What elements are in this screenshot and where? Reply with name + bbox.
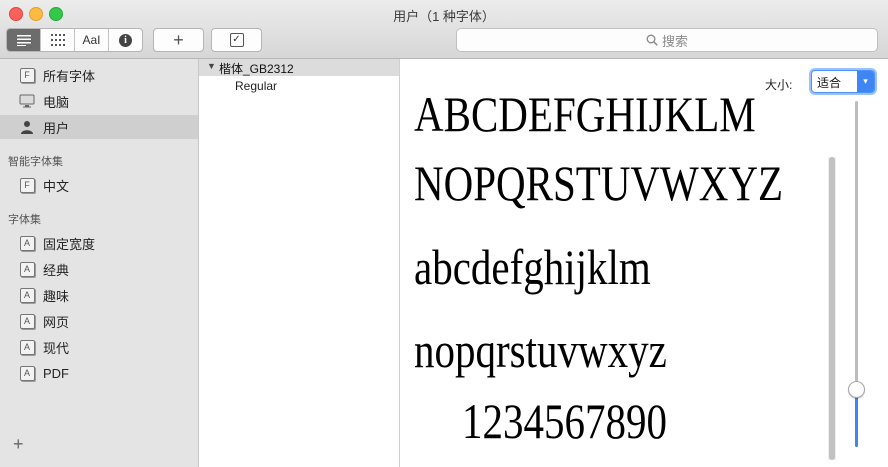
font-library-icon: F bbox=[19, 177, 35, 193]
titlebar: 用户（1 种字体） AaI i + ✓ 搜索 bbox=[0, 0, 888, 59]
collection-icon: A bbox=[19, 339, 35, 355]
collection-icon: A bbox=[19, 261, 35, 277]
add-collection-button[interactable]: + bbox=[13, 434, 24, 455]
sidebar-item-label: 固定宽度 bbox=[43, 236, 96, 252]
add-font-button[interactable]: + bbox=[153, 28, 204, 52]
sidebar-item-label: 中文 bbox=[43, 178, 70, 194]
sidebar-item-all-fonts[interactable]: F 所有字体 bbox=[0, 63, 198, 87]
chevron-down-icon: ▾ bbox=[857, 71, 874, 92]
preview-line-uppercase-2: NOPQRSTUVWXYZ bbox=[414, 155, 783, 211]
smart-collections-header: 智能字体集 bbox=[8, 156, 63, 168]
user-icon bbox=[19, 119, 35, 135]
font-info-button[interactable]: i bbox=[109, 29, 142, 51]
font-preview-pane: 大小: 适合 ▾ ABCDEFGHIJKLM NOPQRSTUVWXYZ abc… bbox=[400, 59, 888, 467]
sidebar: F 所有字体 电脑 用户 智能字体集 F 中文 字体集 A 固定宽度 A 经典 bbox=[0, 59, 199, 467]
size-slider-knob[interactable] bbox=[848, 381, 865, 398]
view-mode-segmented-control: AaI i bbox=[6, 28, 143, 52]
grid-view-button[interactable] bbox=[41, 29, 75, 51]
sidebar-item-user[interactable]: 用户 bbox=[0, 115, 198, 139]
search-placeholder: 搜索 bbox=[661, 33, 688, 49]
collection-icon: A bbox=[19, 313, 35, 329]
sidebar-item-label: 趣味 bbox=[43, 288, 70, 304]
font-family-name: 楷体_GB2312 bbox=[219, 62, 294, 76]
sidebar-item-classic[interactable]: A 经典 bbox=[0, 257, 198, 281]
plus-icon: + bbox=[173, 30, 184, 50]
sidebar-item-pdf[interactable]: A PDF bbox=[0, 361, 198, 385]
collection-icon: A bbox=[19, 287, 35, 303]
sidebar-item-label: 网页 bbox=[43, 314, 70, 330]
sidebar-item-web[interactable]: A 网页 bbox=[0, 309, 198, 333]
grid-view-icon bbox=[50, 34, 65, 46]
font-family-row[interactable]: ▼ 楷体_GB2312 bbox=[199, 59, 399, 76]
size-dropdown-value: 适合 bbox=[817, 76, 842, 90]
search-field[interactable]: 搜索 bbox=[456, 28, 878, 52]
custom-text-view-button[interactable]: AaI bbox=[75, 29, 109, 51]
sidebar-item-label: 电脑 bbox=[43, 94, 70, 110]
validate-font-button[interactable]: ✓ bbox=[211, 28, 262, 52]
preview-line-lowercase-2: nopqrstuvwxyz bbox=[414, 322, 667, 378]
preview-line-lowercase-1: abcdefghijklm bbox=[414, 239, 651, 295]
size-label: 大小: bbox=[765, 78, 793, 92]
font-style-item[interactable]: Regular bbox=[235, 79, 277, 93]
search-icon bbox=[646, 34, 658, 46]
font-list: ▼ 楷体_GB2312 Regular bbox=[199, 59, 400, 467]
sidebar-item-label: 现代 bbox=[43, 340, 70, 356]
disclosure-triangle-icon[interactable]: ▼ bbox=[207, 61, 216, 71]
collection-icon: A bbox=[19, 235, 35, 251]
custom-text-view-icon: AaI bbox=[82, 33, 101, 47]
sidebar-item-label: 经典 bbox=[43, 262, 70, 278]
preview-line-digits: 1234567890 bbox=[462, 393, 667, 449]
sidebar-item-computer[interactable]: 电脑 bbox=[0, 89, 198, 113]
sample-view-button[interactable] bbox=[7, 29, 41, 51]
sidebar-item-fun[interactable]: A 趣味 bbox=[0, 283, 198, 307]
sidebar-item-chinese[interactable]: F 中文 bbox=[0, 173, 198, 197]
collections-header: 字体集 bbox=[8, 214, 41, 226]
sample-view-icon bbox=[16, 35, 31, 46]
sidebar-item-label: PDF bbox=[43, 365, 69, 381]
preview-line-uppercase-1: ABCDEFGHIJKLM bbox=[414, 86, 756, 142]
collection-icon: A bbox=[19, 365, 35, 381]
font-book-window: 用户（1 种字体） AaI i + ✓ 搜索 F 所有字体 电脑 用户 智能字体… bbox=[0, 0, 888, 467]
sidebar-item-label: 所有字体 bbox=[43, 68, 96, 84]
preview-scrollbar-thumb[interactable] bbox=[829, 157, 835, 460]
computer-icon bbox=[19, 93, 35, 109]
size-dropdown[interactable]: 适合 ▾ bbox=[811, 70, 875, 93]
info-icon: i bbox=[119, 33, 132, 47]
font-library-icon: F bbox=[19, 67, 35, 83]
sidebar-item-fixed-width[interactable]: A 固定宽度 bbox=[0, 231, 198, 255]
checkbox-icon: ✓ bbox=[229, 33, 244, 47]
sidebar-item-label: 用户 bbox=[43, 120, 70, 136]
window-title: 用户（1 种字体） bbox=[393, 9, 495, 24]
sidebar-item-modern[interactable]: A 现代 bbox=[0, 335, 198, 359]
